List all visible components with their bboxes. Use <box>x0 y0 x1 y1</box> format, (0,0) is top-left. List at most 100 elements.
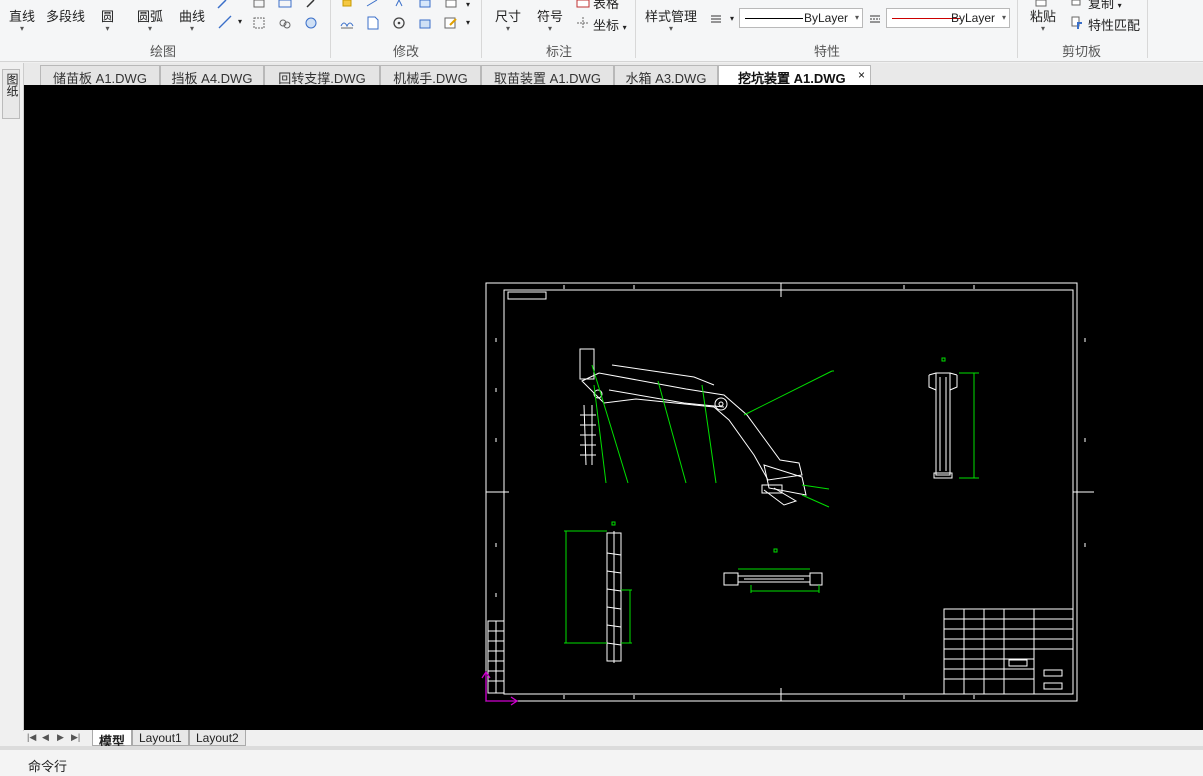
first-layout-icon[interactable]: |◀ <box>27 732 36 743</box>
tab-water-tank[interactable]: 水箱 A3.DWG <box>614 65 718 86</box>
chevron-down-icon[interactable]: ▾ <box>238 17 242 26</box>
rectangle-icon[interactable] <box>252 0 266 14</box>
group-divider <box>635 0 636 58</box>
array-icon[interactable] <box>444 0 458 14</box>
tab-slewing-support[interactable]: 回转支撑.DWG <box>264 65 380 86</box>
tab-seedling-plate[interactable]: 储苗板 A1.DWG <box>40 65 160 86</box>
tab-label: 机械手.DWG <box>393 71 468 86</box>
tab-model[interactable]: 模型 <box>92 730 133 749</box>
side-panel-label: 图纸 <box>5 73 19 97</box>
wipeout-icon[interactable] <box>304 16 318 30</box>
command-line-label: 命令行 <box>28 759 68 774</box>
drill-dimension <box>564 521 632 644</box>
coordinate-icon <box>577 17 589 29</box>
group-divider <box>481 0 482 58</box>
tab-layout1[interactable]: Layout1 <box>132 730 189 746</box>
group-divider <box>1017 0 1018 58</box>
match-properties-icon <box>1071 16 1082 29</box>
ucs-icon <box>481 670 519 706</box>
chevron-down-icon: ▾ <box>622 23 627 32</box>
linetype-select[interactable]: ByLayer ▾ <box>739 8 863 28</box>
shaft-dimension <box>738 548 820 593</box>
symbol-button[interactable]: 符号 ▾ <box>537 6 563 33</box>
match-properties-button[interactable]: 特性匹配 <box>1088 15 1140 34</box>
tab-label: 储苗板 A1.DWG <box>53 71 147 86</box>
chevron-down-icon: ▾ <box>105 24 110 33</box>
stretch-icon[interactable] <box>340 16 354 30</box>
tab-label: 取苗装置 A1.DWG <box>494 71 601 86</box>
rotate-icon[interactable] <box>392 16 406 30</box>
linetype-value: ByLayer <box>803 11 848 25</box>
last-layout-icon[interactable]: ▶| <box>71 732 80 743</box>
tab-manipulator[interactable]: 机械手.DWG <box>380 65 481 86</box>
chevron-down-icon: ▾ <box>190 24 195 33</box>
tab-baffle[interactable]: 挡板 A4.DWG <box>160 65 264 86</box>
properties-group-label: 特性 <box>814 44 841 59</box>
side-panel-tab[interactable]: 图纸 <box>2 69 20 119</box>
move-icon[interactable] <box>340 0 354 14</box>
draw-group-label: 绘图 <box>150 44 177 59</box>
auger-side-view <box>928 372 958 479</box>
curve-label: 曲线 <box>179 9 206 24</box>
side-panel-strip: 图纸 <box>0 63 24 731</box>
tab-label: 挖坑装置 A1.DWG <box>738 71 846 86</box>
tab-digging-device[interactable]: 挖坑装置 A1.DWG × <box>718 65 871 86</box>
prev-layout-icon[interactable]: ◀ <box>42 732 49 743</box>
lineweight-icon[interactable] <box>709 12 723 26</box>
polyline-label: 多段线 <box>46 9 86 24</box>
group-divider <box>330 0 331 58</box>
linestyle-icon[interactable] <box>868 12 882 26</box>
polyline-button[interactable]: 多段线 <box>46 6 85 25</box>
command-line[interactable]: 命令行 <box>0 750 1203 776</box>
scale-icon[interactable] <box>366 16 380 30</box>
pencil-icon[interactable] <box>216 0 230 14</box>
copy-icon <box>1071 0 1081 6</box>
leader-lines <box>591 364 834 508</box>
copy-button[interactable]: 复制 ▾ <box>1088 0 1122 12</box>
table-icon <box>576 0 590 8</box>
document-tab-bar: 储苗板 A1.DWG 挡板 A4.DWG 回转支撑.DWG 机械手.DWG 取苗… <box>24 63 1203 86</box>
edit-icon[interactable] <box>444 16 458 30</box>
chevron-down-icon[interactable]: ▾ <box>466 0 470 9</box>
dimension-button[interactable]: 尺寸 ▾ <box>495 6 521 33</box>
next-layout-icon[interactable]: ▶ <box>57 732 64 743</box>
copy-object-icon[interactable] <box>365 0 379 14</box>
table-button[interactable]: 表格 <box>593 0 619 12</box>
ribbon: 直线 ▾ 多段线 圆 ▾ 圆弧 ▾ 曲线 ▾ ▾ 绘图 ▾ ▾ 修改 尺寸 ▾ … <box>0 0 1203 62</box>
chevron-down-icon: ▾ <box>20 24 25 33</box>
offset-icon[interactable] <box>418 0 432 14</box>
title-block <box>943 608 1074 695</box>
layout-label: Layout1 <box>139 731 182 745</box>
chevron-down-icon[interactable]: ▾ <box>730 14 734 23</box>
layout-label: Layout2 <box>196 731 239 745</box>
circle-button[interactable]: 圆 ▾ <box>101 6 114 33</box>
tab-label: 挡板 A4.DWG <box>171 71 253 86</box>
color-value: ByLayer <box>950 11 995 25</box>
paste-button[interactable]: 粘贴 ▾ <box>1030 6 1056 33</box>
tab-seedling-picker[interactable]: 取苗装置 A1.DWG <box>481 65 614 86</box>
tab-label: 水箱 A3.DWG <box>625 71 707 86</box>
drawing-canvas[interactable] <box>24 85 1203 730</box>
region-icon[interactable] <box>278 16 292 30</box>
table-draw-icon[interactable] <box>278 0 292 14</box>
style-manager-button[interactable]: 样式管理 ▾ <box>645 6 697 33</box>
trim-icon[interactable] <box>418 16 432 30</box>
tab-layout2[interactable]: Layout2 <box>189 730 246 746</box>
symbol-label: 符号 <box>537 9 564 24</box>
line-button[interactable]: 直线 ▾ <box>9 6 35 33</box>
curve-button[interactable]: 曲线 ▾ <box>179 6 205 33</box>
style-manager-label: 样式管理 <box>645 9 698 24</box>
coordinate-label: 坐标 <box>593 18 620 33</box>
color-select[interactable]: ByLayer ▾ <box>886 8 1010 28</box>
close-icon[interactable]: × <box>858 68 865 82</box>
chevron-down-icon[interactable]: ▾ <box>466 18 470 27</box>
hatch-icon[interactable] <box>252 16 266 30</box>
chevron-down-icon: ▾ <box>854 13 859 22</box>
mirror-icon[interactable] <box>392 0 406 14</box>
auger-dimension <box>941 357 979 479</box>
construction-line-icon[interactable] <box>218 15 232 29</box>
shaft-view <box>723 572 823 586</box>
coordinate-button[interactable]: 坐标 ▾ <box>593 15 627 34</box>
arc-button[interactable]: 圆弧 ▾ <box>137 6 163 33</box>
point-icon[interactable] <box>304 0 318 14</box>
